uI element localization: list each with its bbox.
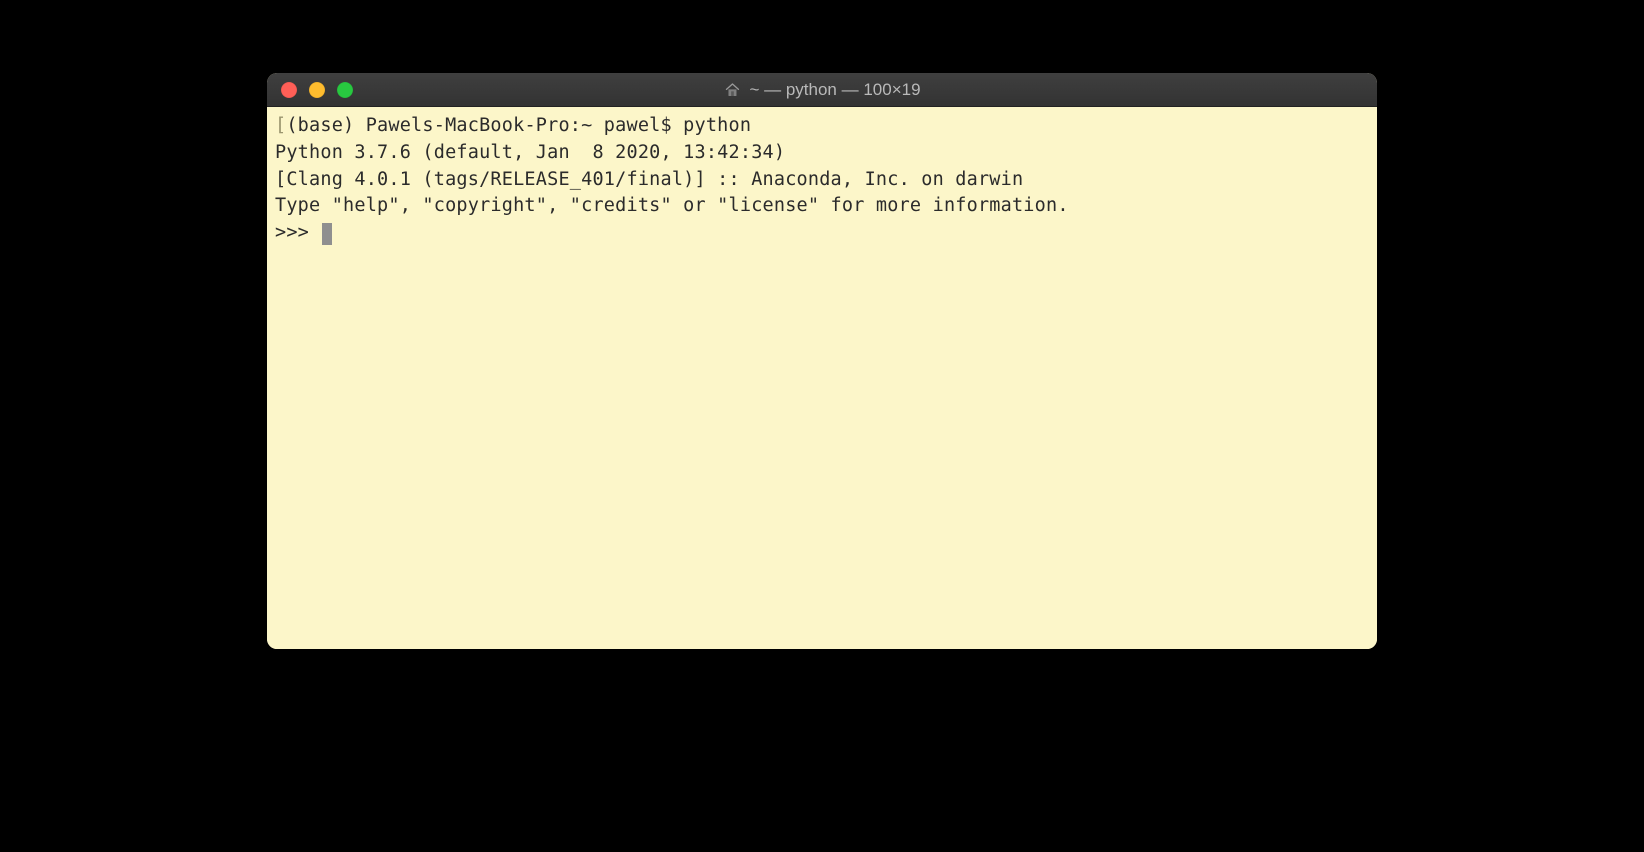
- window-title: ~ — python — 100×19: [723, 80, 920, 100]
- repl-prompt-line: >>>: [275, 220, 1369, 247]
- titlebar[interactable]: ~ — python — 100×19: [267, 73, 1377, 107]
- shell-prompt: (base) Pawels-MacBook-Pro:~ pawel$ pytho…: [286, 115, 751, 136]
- terminal-line: Type "help", "copyright", "credits" or "…: [275, 193, 1369, 220]
- minimize-button[interactable]: [309, 82, 325, 98]
- terminal-window: ~ — python — 100×19 [(base) Pawels-MacBo…: [267, 73, 1377, 649]
- zoom-button[interactable]: [337, 82, 353, 98]
- repl-prompt: >>>: [275, 220, 320, 247]
- cursor: [322, 223, 332, 245]
- close-button[interactable]: [281, 82, 297, 98]
- window-title-text: ~ — python — 100×19: [749, 80, 920, 100]
- terminal-line: Python 3.7.6 (default, Jan 8 2020, 13:42…: [275, 140, 1369, 167]
- terminal-body[interactable]: [(base) Pawels-MacBook-Pro:~ pawel$ pyth…: [267, 107, 1377, 649]
- terminal-line: [(base) Pawels-MacBook-Pro:~ pawel$ pyth…: [275, 113, 1369, 140]
- terminal-line: [Clang 4.0.1 (tags/RELEASE_401/final)] :…: [275, 167, 1369, 194]
- traffic-lights: [281, 82, 353, 98]
- open-bracket: [: [275, 115, 286, 136]
- home-icon: [723, 81, 741, 99]
